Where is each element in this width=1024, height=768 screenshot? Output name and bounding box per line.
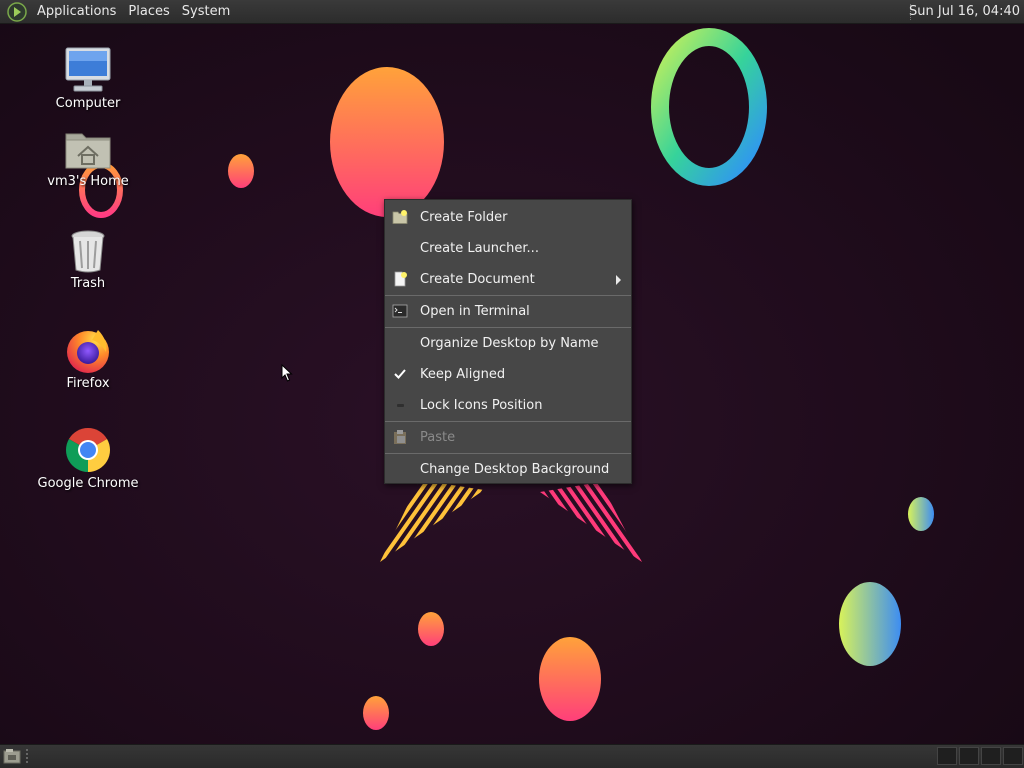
desktop-icon-label: Firefox — [66, 376, 110, 391]
menu-item-open-terminal[interactable]: Open in Terminal — [385, 296, 631, 327]
menu-item-create-folder[interactable]: Create Folder — [385, 202, 631, 233]
desktop-icon-label: vm3's Home — [47, 174, 129, 189]
menu-item-label: Lock Icons Position — [420, 398, 543, 413]
menu-item-paste: Paste — [385, 422, 631, 453]
workspace-2[interactable] — [959, 747, 979, 765]
menu-item-create-document[interactable]: Create Document — [385, 264, 631, 295]
bottom-panel — [0, 744, 1024, 768]
desktop-icon-computer[interactable]: Computer — [33, 46, 143, 111]
top-panel: Applications Places System Sun Jul 16, 0… — [0, 0, 1024, 24]
trash-icon — [71, 230, 105, 273]
desktop-icon-chrome[interactable]: Google Chrome — [33, 426, 143, 491]
desktop-icon-home[interactable]: vm3's Home — [33, 128, 143, 189]
submenu-arrow-icon — [616, 275, 621, 285]
menu-item-label: Change Desktop Background — [420, 462, 610, 477]
home-folder-icon — [65, 133, 111, 169]
menu-item-label: Keep Aligned — [420, 367, 506, 382]
desktop-icon-label: Google Chrome — [37, 476, 139, 491]
menu-item-change-background[interactable]: Change Desktop Background — [385, 454, 631, 485]
menu-item-label: Create Document — [420, 272, 535, 287]
unchecked-icon — [397, 404, 404, 407]
applications-menu[interactable]: Applications — [31, 0, 122, 24]
document-new-icon — [394, 271, 407, 287]
mate-logo-icon[interactable] — [7, 1, 27, 22]
menu-item-create-launcher[interactable]: Create Launcher... — [385, 233, 631, 264]
desktop-icon-trash[interactable]: Trash — [33, 228, 143, 291]
menu-item-label: Paste — [420, 430, 456, 445]
mouse-pointer-icon — [281, 364, 293, 382]
menu-item-lock-icons[interactable]: Lock Icons Position — [385, 390, 631, 421]
system-menu[interactable]: System — [176, 0, 236, 24]
desktop-context-menu: Create Folder Create Launcher... Create … — [384, 199, 632, 484]
firefox-icon — [67, 330, 109, 373]
paste-icon — [394, 430, 406, 444]
places-menu[interactable]: Places — [122, 0, 175, 24]
menu-item-label: Create Folder — [420, 210, 508, 225]
panel-handle[interactable] — [26, 749, 32, 763]
workspace-1[interactable] — [937, 747, 957, 765]
menu-item-label: Create Launcher... — [420, 241, 539, 256]
chrome-icon — [66, 428, 110, 472]
desktop-icon-label: Trash — [70, 276, 106, 291]
computer-icon — [65, 47, 111, 92]
menu-item-label: Organize Desktop by Name — [420, 336, 599, 351]
clock[interactable]: Sun Jul 16, 04:40 — [909, 0, 1020, 24]
desktop-icon-firefox[interactable]: Firefox — [33, 326, 143, 391]
terminal-icon — [392, 304, 408, 318]
workspace-4[interactable] — [1003, 747, 1023, 765]
check-icon — [394, 369, 406, 379]
folder-new-icon — [392, 210, 408, 224]
workspace-3[interactable] — [981, 747, 1001, 765]
menu-item-label: Open in Terminal — [420, 304, 530, 319]
desktop-icon-label: Computer — [55, 96, 121, 111]
menu-item-keep-aligned[interactable]: Keep Aligned — [385, 359, 631, 390]
show-desktop-icon[interactable] — [3, 748, 21, 764]
menu-item-organize-desktop[interactable]: Organize Desktop by Name — [385, 328, 631, 359]
